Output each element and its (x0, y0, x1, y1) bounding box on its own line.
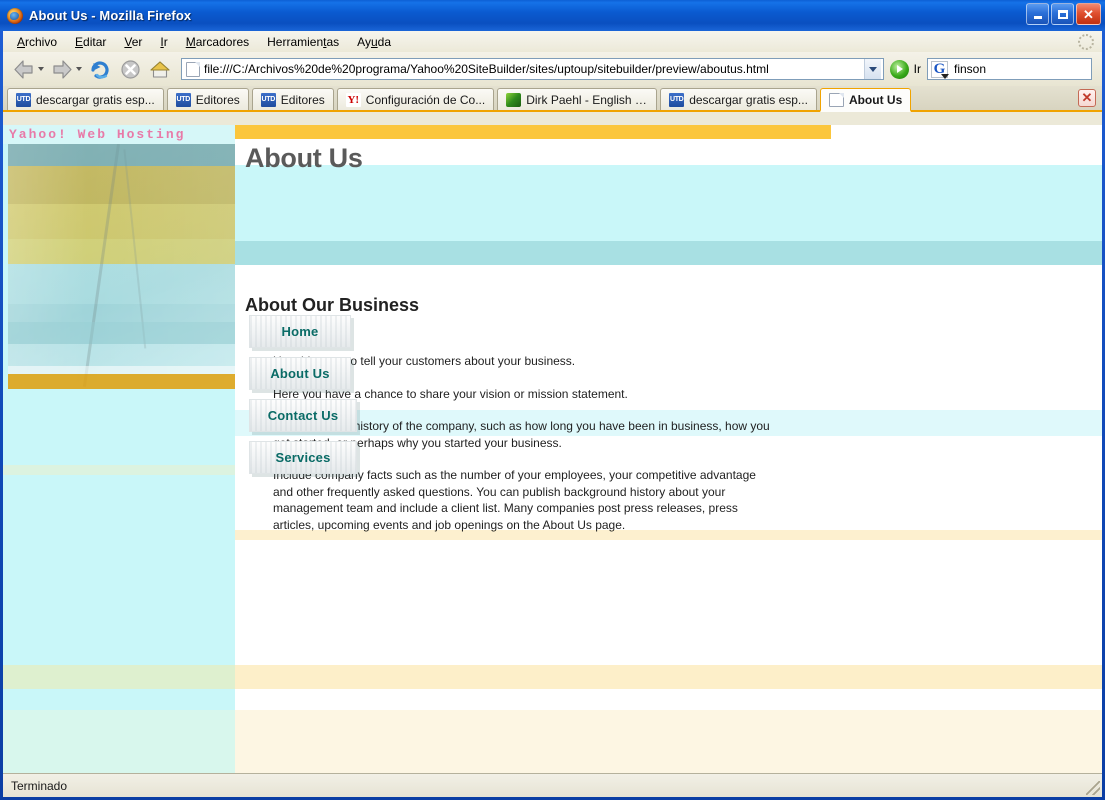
site-navigation: Home About Us Contact Us Services (249, 315, 357, 474)
window-title: About Us - Mozilla Firefox (29, 8, 191, 23)
back-dropdown-icon[interactable] (38, 67, 44, 71)
tab-bar: UTD descargar gratis esp... UTD Editores… (3, 86, 1102, 112)
main-content: About Us About Our Business Use this are… (235, 125, 1102, 773)
tab-label: Editores (281, 93, 325, 107)
utd-favicon-icon: UTD (261, 93, 276, 107)
maximize-button[interactable] (1051, 3, 1074, 25)
page-title: About Us (245, 143, 363, 174)
site-nav-about-us[interactable]: About Us (249, 357, 351, 390)
menu-ir[interactable]: Ir (151, 33, 176, 51)
go-label: Ir (914, 62, 921, 76)
forward-button[interactable] (47, 55, 85, 83)
tab-descargar-gratis-1[interactable]: UTD descargar gratis esp... (7, 88, 164, 110)
search-value[interactable]: finson (954, 62, 986, 76)
navigation-toolbar: file:///C:/Archivos%20de%20programa/Yaho… (3, 52, 1102, 86)
close-window-button[interactable]: ✕ (1076, 3, 1101, 25)
chevron-down-icon (869, 67, 877, 72)
tab-dirk-paehl[interactable]: Dirk Paehl - English f... (497, 88, 657, 110)
status-bar: Terminado (3, 773, 1102, 797)
url-bar[interactable]: file:///C:/Archivos%20de%20programa/Yaho… (181, 58, 884, 80)
sidebar-bands (3, 389, 235, 773)
tab-label: Dirk Paehl - English f... (526, 93, 648, 107)
utd-favicon-icon: UTD (176, 93, 191, 107)
page-subheading: About Our Business (245, 295, 419, 316)
browser-chrome: AArchivorchivo Editar Ver Ir Marcadores … (3, 31, 1102, 125)
document-favicon-icon (186, 62, 200, 77)
menu-herramientas[interactable]: Herramientas (258, 33, 348, 51)
back-arrow-icon (12, 59, 36, 80)
minimize-button[interactable] (1026, 3, 1049, 25)
tab-label: Editores (196, 93, 240, 107)
leaf-favicon-icon (506, 93, 521, 107)
tab-configuracion[interactable]: Y! Configuración de Co... (337, 88, 494, 110)
site-nav-services[interactable]: Services (249, 441, 357, 474)
photo-color-bands (8, 144, 235, 389)
forward-dropdown-icon[interactable] (76, 67, 82, 71)
body-paragraph: Include company facts such as the number… (273, 467, 773, 533)
hero-photo (8, 144, 235, 389)
menu-ver[interactable]: Ver (115, 33, 151, 51)
google-g-icon[interactable]: G (931, 61, 948, 78)
tab-label: descargar gratis esp... (36, 93, 155, 107)
tab-about-us[interactable]: About Us (820, 88, 911, 112)
home-icon (149, 59, 171, 80)
tab-descargar-gratis-2[interactable]: UTD descargar gratis esp... (660, 88, 817, 110)
site-nav-contact-us[interactable]: Contact Us (249, 399, 357, 432)
chevron-down-icon (941, 74, 949, 79)
menu-bar: AArchivorchivo Editar Ver Ir Marcadores … (3, 31, 1102, 52)
menu-marcadores[interactable]: Marcadores (177, 33, 258, 51)
home-button[interactable] (145, 55, 175, 83)
tab-editores-2[interactable]: UTD Editores (252, 88, 334, 110)
url-dropdown-button[interactable] (864, 59, 881, 79)
go-button[interactable] (890, 60, 909, 79)
close-tab-button[interactable]: ✕ (1078, 89, 1096, 107)
stop-icon (120, 59, 141, 80)
sidebar-column: Yahoo! Web Hosting (3, 125, 235, 773)
forward-arrow-icon (50, 59, 74, 80)
page-viewport: Yahoo! Web Hosting (3, 125, 1102, 773)
tab-label: Configuración de Co... (366, 93, 485, 107)
stop-button[interactable] (115, 55, 145, 83)
resize-grip[interactable] (1086, 781, 1100, 795)
document-favicon-icon (829, 93, 844, 107)
menu-editar[interactable]: Editar (66, 33, 115, 51)
window-controls: ✕ (1026, 3, 1101, 25)
yahoo-favicon-icon: Y! (346, 93, 361, 107)
firefox-window: About Us - Mozilla Firefox ✕ AArchivorch… (0, 0, 1105, 800)
menu-archivo[interactable]: AArchivorchivo (8, 33, 66, 51)
utd-favicon-icon: UTD (669, 93, 684, 107)
tab-label: descargar gratis esp... (689, 93, 808, 107)
close-icon: ✕ (1083, 8, 1094, 21)
back-button[interactable] (9, 55, 47, 83)
brand-bar: Yahoo! Web Hosting (3, 125, 235, 144)
menu-ayuda[interactable]: Ayuda (348, 33, 400, 51)
brand-title: Yahoo! Web Hosting (3, 127, 185, 142)
reload-icon (89, 59, 111, 80)
firefox-logo-icon (7, 8, 23, 24)
utd-favicon-icon: UTD (16, 93, 31, 107)
search-input[interactable]: G finson (927, 58, 1092, 80)
web-page: Yahoo! Web Hosting (3, 125, 1102, 773)
gold-accent-bar (235, 125, 831, 139)
status-text: Terminado (3, 779, 67, 793)
site-nav-home[interactable]: Home (249, 315, 351, 348)
throbber-icon (1078, 34, 1094, 50)
minimize-icon (1034, 16, 1042, 19)
tab-label: About Us (849, 93, 902, 107)
reload-button[interactable] (85, 55, 115, 83)
url-text[interactable]: file:///C:/Archivos%20de%20programa/Yaho… (204, 62, 864, 76)
title-bar: About Us - Mozilla Firefox ✕ (0, 0, 1105, 31)
tab-editores-1[interactable]: UTD Editores (167, 88, 249, 110)
maximize-icon (1058, 10, 1068, 19)
